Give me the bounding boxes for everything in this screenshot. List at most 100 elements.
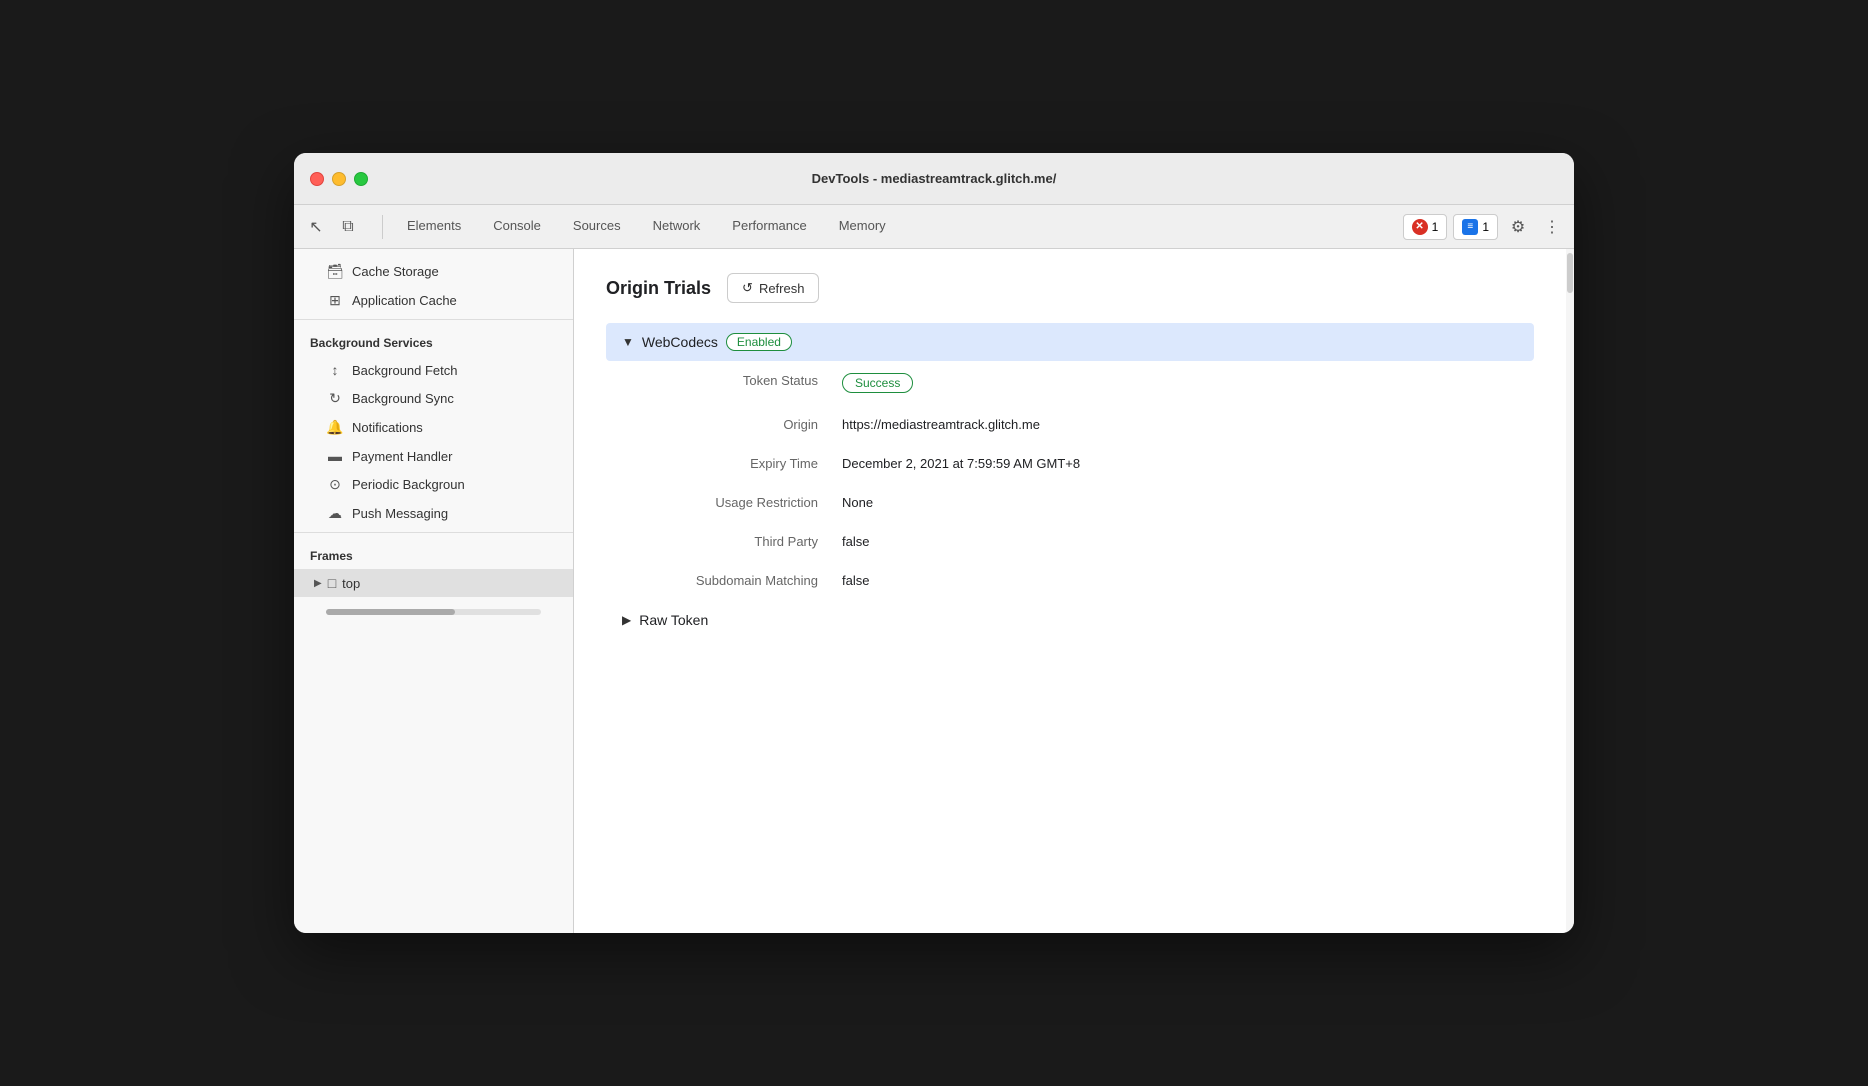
- sidebar-item-application-cache[interactable]: ⊞ Application Cache: [294, 286, 573, 315]
- error-count: 1: [1432, 220, 1439, 234]
- sidebar-item-background-fetch[interactable]: ↕ Background Fetch: [294, 356, 573, 384]
- label-origin: Origin: [622, 417, 842, 432]
- sidebar-item-label-background-sync: Background Sync: [352, 391, 454, 406]
- error-badge-button[interactable]: ✕ 1: [1403, 214, 1448, 240]
- label-expiry-time: Expiry Time: [622, 456, 842, 471]
- error-icon: ✕: [1412, 219, 1428, 235]
- sidebar-item-push-messaging[interactable]: ☁ Push Messaging: [294, 499, 573, 528]
- webcodecs-row[interactable]: ▼ WebCodecs Enabled: [606, 323, 1534, 361]
- webcodecs-enabled-badge: Enabled: [726, 333, 792, 351]
- tab-bar-right: ✕ 1 ≡ 1 ⚙ ⋮: [1403, 213, 1566, 241]
- sidebar: 🗃 Cache Storage ⊞ Application Cache Back…: [294, 249, 574, 933]
- cursor-icon[interactable]: ↖: [302, 213, 330, 241]
- background-fetch-icon: ↕: [326, 362, 344, 378]
- background-sync-icon: ↻: [326, 390, 344, 407]
- message-count: 1: [1482, 220, 1489, 234]
- right-scrollbar[interactable]: [1566, 249, 1574, 933]
- background-services-header: Background Services: [294, 324, 573, 356]
- refresh-button[interactable]: ↺ Refresh: [727, 273, 819, 303]
- sidebar-divider-1: [294, 319, 573, 320]
- main-tabs: Elements Console Sources Network Perform…: [391, 205, 1403, 249]
- value-expiry-time: December 2, 2021 at 7:59:59 AM GMT+8: [842, 456, 1518, 471]
- push-messaging-icon: ☁: [326, 505, 344, 522]
- maximize-button[interactable]: [354, 172, 368, 186]
- tab-bar: ↖ ⧉ Elements Console Sources Network Per…: [294, 205, 1574, 249]
- sidebar-item-notifications[interactable]: 🔔 Notifications: [294, 413, 573, 442]
- sidebar-item-periodic-background[interactable]: ⊙ Periodic Backgroun: [294, 470, 573, 499]
- application-cache-icon: ⊞: [326, 292, 344, 309]
- label-subdomain-matching: Subdomain Matching: [622, 573, 842, 588]
- page-title: Origin Trials: [606, 278, 711, 299]
- content-area: Origin Trials ↺ Refresh ▼ WebCodecs Enab…: [574, 249, 1566, 933]
- detail-row-expiry-time: Expiry Time December 2, 2021 at 7:59:59 …: [606, 444, 1534, 483]
- traffic-lights: [310, 172, 368, 186]
- sidebar-scrollbar-area: [294, 597, 573, 627]
- sidebar-scrollbar[interactable]: [326, 609, 541, 615]
- devtools-window: DevTools - mediastreamtrack.glitch.me/ ↖…: [294, 153, 1574, 933]
- frames-expand-icon: ▶: [314, 578, 322, 589]
- detail-row-third-party: Third Party false: [606, 522, 1534, 561]
- layers-icon[interactable]: ⧉: [334, 213, 362, 241]
- main-area: 🗃 Cache Storage ⊞ Application Cache Back…: [294, 249, 1574, 933]
- webcodecs-name: WebCodecs: [642, 334, 718, 350]
- refresh-icon: ↺: [742, 280, 753, 296]
- refresh-label: Refresh: [759, 281, 805, 296]
- raw-token-row[interactable]: ▶ Raw Token: [606, 600, 1534, 640]
- tab-sources[interactable]: Sources: [557, 205, 637, 249]
- webcodecs-expand-arrow: ▼: [622, 335, 634, 349]
- tab-network[interactable]: Network: [637, 205, 717, 249]
- content-header: Origin Trials ↺ Refresh: [606, 273, 1534, 303]
- sidebar-item-label-periodic-background: Periodic Backgroun: [352, 477, 465, 492]
- value-origin: https://mediastreamtrack.glitch.me: [842, 417, 1518, 432]
- tab-console[interactable]: Console: [477, 205, 557, 249]
- periodic-background-icon: ⊙: [326, 476, 344, 493]
- sidebar-item-label-notifications: Notifications: [352, 420, 423, 435]
- sidebar-item-label-payment-handler: Payment Handler: [352, 449, 452, 464]
- raw-token-expand-arrow: ▶: [622, 613, 631, 627]
- detail-row-subdomain-matching: Subdomain Matching false: [606, 561, 1534, 600]
- message-icon: ≡: [1462, 219, 1478, 235]
- tab-elements[interactable]: Elements: [391, 205, 477, 249]
- window-title: DevTools - mediastreamtrack.glitch.me/: [812, 171, 1057, 186]
- label-usage-restriction: Usage Restriction: [622, 495, 842, 510]
- detail-row-token-status: Token Status Success: [606, 361, 1534, 405]
- sidebar-item-frames-top[interactable]: ▶ □ top: [294, 569, 573, 597]
- label-third-party: Third Party: [622, 534, 842, 549]
- settings-icon[interactable]: ⚙: [1504, 213, 1532, 241]
- tab-memory[interactable]: Memory: [823, 205, 902, 249]
- sidebar-item-label-push-messaging: Push Messaging: [352, 506, 448, 521]
- payment-handler-icon: ▬: [326, 448, 344, 464]
- raw-token-label: Raw Token: [639, 612, 708, 628]
- success-badge: Success: [842, 373, 913, 393]
- tab-divider: [382, 215, 383, 239]
- message-badge-button[interactable]: ≡ 1: [1453, 214, 1498, 240]
- sidebar-item-label-background-fetch: Background Fetch: [352, 363, 458, 378]
- close-button[interactable]: [310, 172, 324, 186]
- label-token-status: Token Status: [622, 373, 842, 393]
- sidebar-item-label-cache-storage: Cache Storage: [352, 264, 439, 279]
- frames-header: Frames: [294, 537, 573, 569]
- sidebar-item-payment-handler[interactable]: ▬ Payment Handler: [294, 442, 573, 470]
- value-token-status: Success: [842, 373, 1518, 393]
- minimize-button[interactable]: [332, 172, 346, 186]
- title-bar: DevTools - mediastreamtrack.glitch.me/: [294, 153, 1574, 205]
- sidebar-item-label-application-cache: Application Cache: [352, 293, 457, 308]
- value-subdomain-matching: false: [842, 573, 1518, 588]
- detail-row-origin: Origin https://mediastreamtrack.glitch.m…: [606, 405, 1534, 444]
- more-icon[interactable]: ⋮: [1538, 213, 1566, 241]
- sidebar-scrollbar-thumb: [326, 609, 455, 615]
- sidebar-item-cache-storage[interactable]: 🗃 Cache Storage: [294, 257, 573, 286]
- sidebar-item-background-sync[interactable]: ↻ Background Sync: [294, 384, 573, 413]
- folder-icon: □: [328, 575, 336, 591]
- cache-storage-icon: 🗃: [326, 263, 344, 280]
- notifications-icon: 🔔: [326, 419, 344, 436]
- value-third-party: false: [842, 534, 1518, 549]
- detail-section: Token Status Success Origin https://medi…: [606, 361, 1534, 640]
- tab-performance[interactable]: Performance: [716, 205, 822, 249]
- devtools-icons: ↖ ⧉: [302, 213, 362, 241]
- right-scrollbar-thumb: [1567, 253, 1573, 293]
- value-usage-restriction: None: [842, 495, 1518, 510]
- detail-row-usage-restriction: Usage Restriction None: [606, 483, 1534, 522]
- frames-top-label: top: [342, 576, 360, 591]
- sidebar-divider-2: [294, 532, 573, 533]
